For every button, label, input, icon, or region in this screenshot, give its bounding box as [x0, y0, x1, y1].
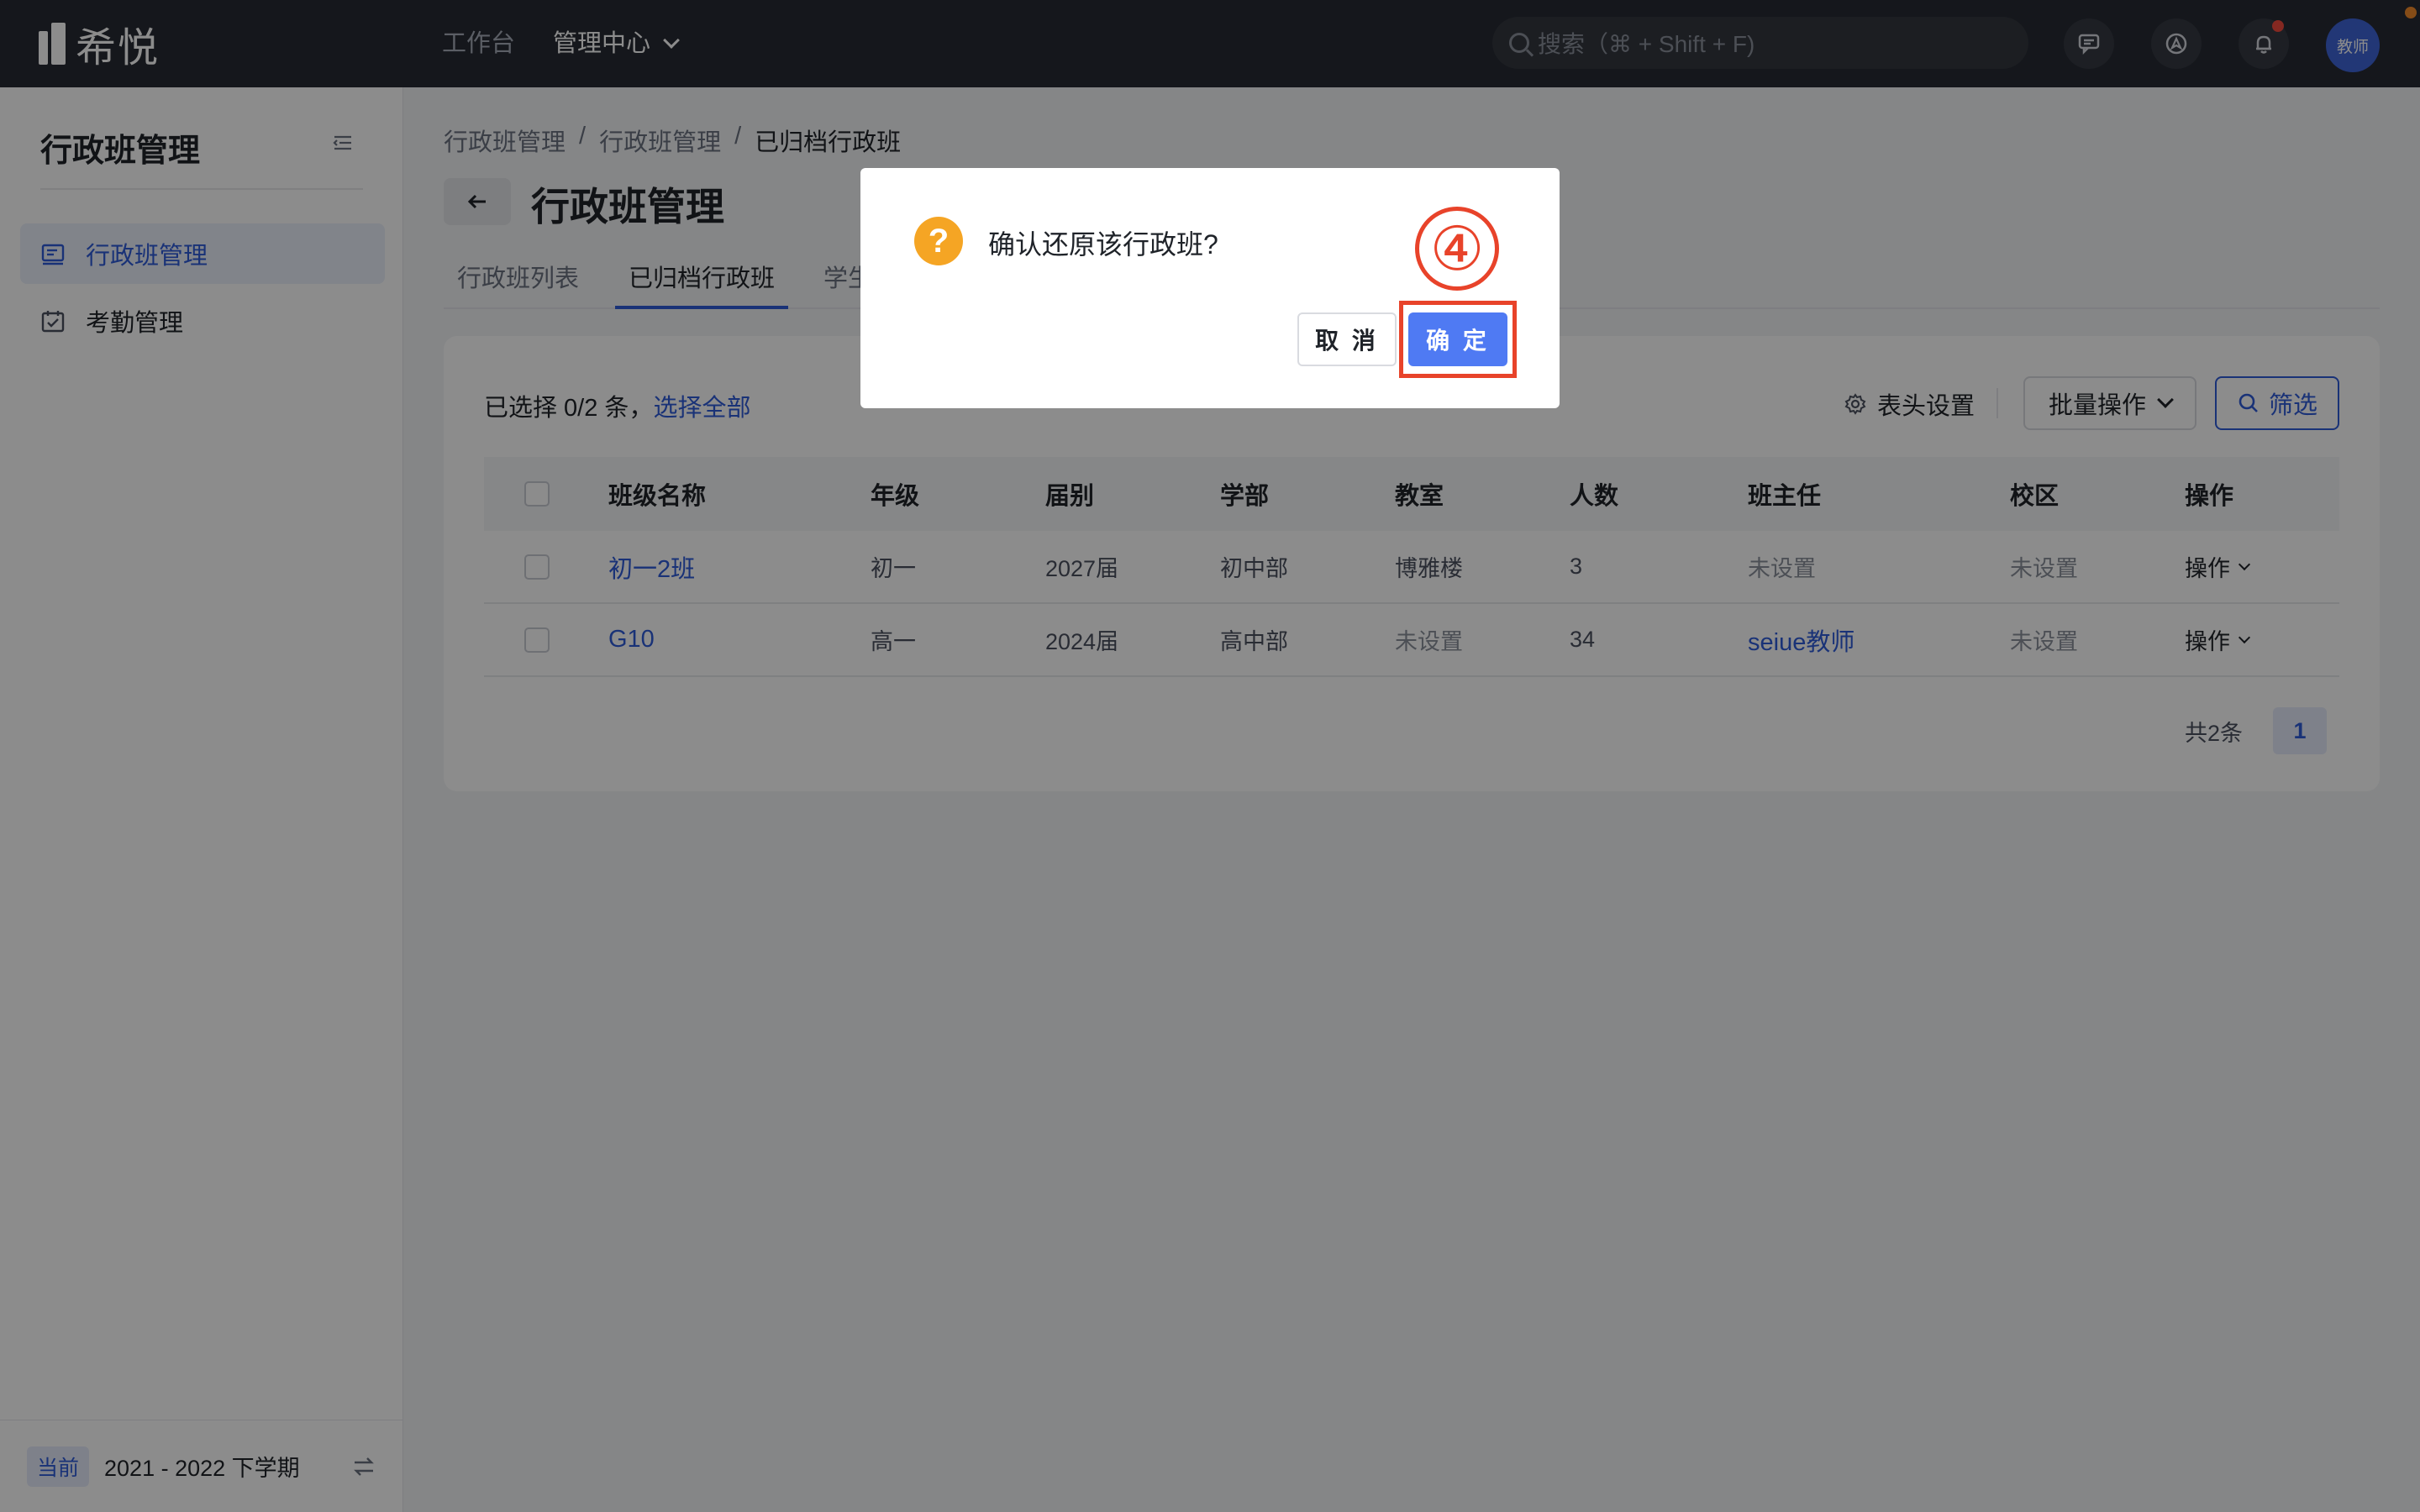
confirm-restore-dialog: ? 确认还原该行政班? ④ 取 消 确 定	[860, 168, 1560, 408]
cancel-button[interactable]: 取 消	[1297, 312, 1397, 366]
question-icon: ?	[914, 217, 963, 265]
step-number-annotation: ④	[1415, 207, 1499, 291]
confirm-button[interactable]: 确 定	[1408, 312, 1507, 366]
dialog-message: 确认还原该行政班?	[988, 229, 1218, 260]
